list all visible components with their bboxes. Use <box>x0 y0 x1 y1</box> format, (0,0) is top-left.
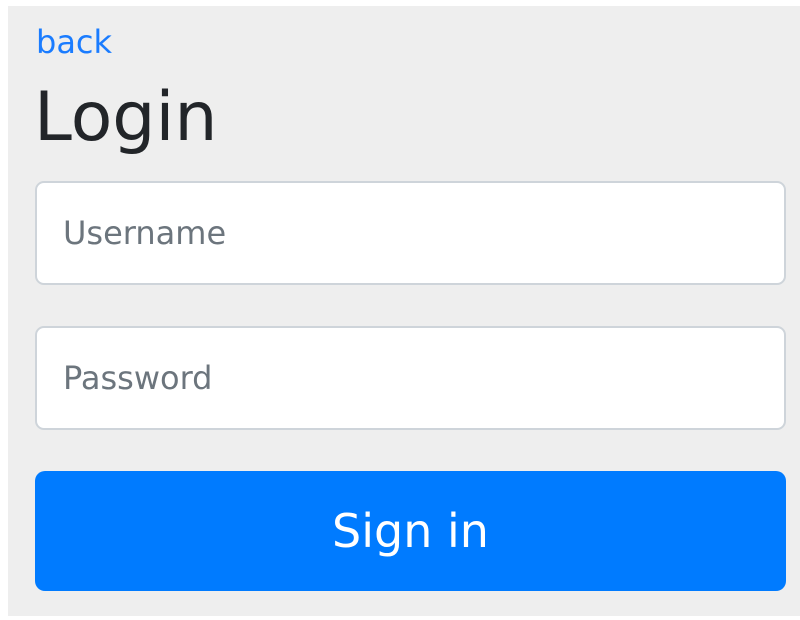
page-title: Login <box>34 78 218 157</box>
back-link[interactable]: back <box>36 22 112 62</box>
username-input[interactable] <box>35 181 786 285</box>
password-input[interactable] <box>35 326 786 430</box>
sign-in-button[interactable]: Sign in <box>35 471 786 591</box>
